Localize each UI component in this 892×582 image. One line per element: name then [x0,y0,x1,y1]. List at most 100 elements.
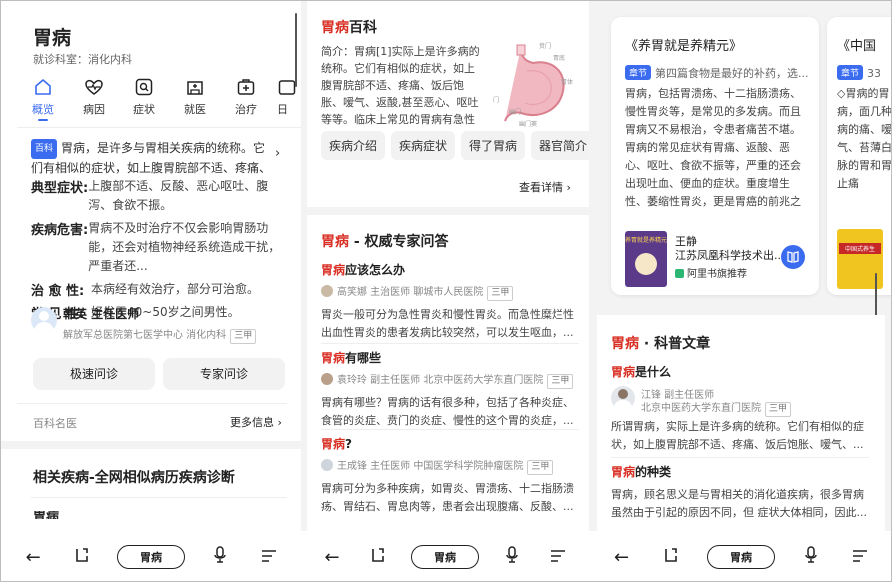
tab-label: 病因 [83,103,105,116]
article-title-rest: 的种类 [635,465,672,479]
fact-label: 治 愈 性: [31,284,85,299]
diagram-label: 胃底 [553,55,566,62]
hospital-grade-tag: 三甲 [527,460,554,475]
chip-got-stomach[interactable]: 得了胃病 [461,131,526,160]
chapter-text: 第四篇食物是最好的补药，选... [655,67,809,80]
baike-intro[interactable]: 简介：胃病[1]实际上是许多病的统称。它们有相似的症状，如上腹胃脘部不适、疼痛、… [321,43,483,127]
title-highlight: 胃病 [611,336,639,352]
cover-title: 养胃就是养精元 [625,237,667,244]
article-title: 胃病的种类 [611,463,869,480]
back-arrow-icon[interactable]: ← [20,547,46,568]
tab-cause[interactable]: 病因 [70,77,118,117]
tab-treatment[interactable]: 治疗 [222,77,270,117]
book-publisher: 江苏凤凰科学技术出... [675,249,785,262]
article-title: 胃病是什么 [611,363,869,380]
source-label: 百科名医 [33,417,77,430]
doctor-card[interactable]: 韩英 主任医师 解放军总医院第七医学中心 消化内科 三甲 [31,305,287,344]
department-text: 就诊科室：消化内科 [33,53,132,66]
window-icon[interactable] [365,547,391,568]
chapter-line: 章节 33 [837,65,881,80]
article-doctor: 江锋 副主任医师 北京中医药大学东直门医院 三甲 [611,386,869,417]
page-title: 胃病 [33,27,72,49]
doctor-org-line: 北京中医药大学东直门医院 三甲 [641,399,792,417]
window-icon[interactable] [658,547,684,568]
menu-icon[interactable] [545,547,571,568]
book-recommend: 阿里书旗推荐 [675,265,747,280]
article-title-highlight: 胃病 [611,365,636,379]
chip-disease-symptom[interactable]: 疾病症状 [391,131,456,160]
scrollbar-thumb[interactable] [295,13,297,87]
fact-label: 疾病危害: [31,223,89,238]
title-rest: · 科普文章 [639,336,711,352]
doctor-org: 解放军总医院第七医学中心 消化内科 [63,330,227,341]
tab-daily[interactable]: 日 [277,77,301,117]
panel-encyclopedia: 胃病 百科 简介：胃病[1]实际上是许多病的统称。它们有相似的症状，如上腹胃脘部不… [301,1,589,581]
recommend-text: 阿里书旗推荐 [687,269,747,280]
title-rest: 百科 [349,20,377,36]
search-pill[interactable]: 胃病 [411,545,479,569]
chip-organ-intro[interactable]: 器官简介 [531,131,589,160]
chip-row: 疾病介绍 疾病症状 得了胃病 器官简介 [321,131,589,160]
article-divider [611,457,869,458]
tab-label: 就医 [184,103,206,116]
question-rest: 有哪些 [345,351,382,365]
articles-section-title: 胃病 · 科普文章 [611,333,710,353]
read-book-button[interactable] [781,245,805,269]
chapter-badge: 章节 [837,65,864,80]
fact-value: 本病经有效治疗，部分可治愈。 [91,282,260,296]
back-arrow-icon[interactable]: ← [319,547,345,568]
qa-item[interactable]: 胃病? 王成锋 主任医师 中国医学科学院肿瘤医院 三甲 胃病可分为多种疾病，如胃炎… [321,435,579,516]
book-title: 《中国 [837,39,877,54]
article-item[interactable]: 胃病是什么 江锋 副主任医师 北京中医药大学东直门医院 三甲 所谓胃病，实际上是许… [611,363,869,454]
question-highlight: 胃病 [321,351,346,365]
menu-icon[interactable] [847,547,873,568]
tab-label: 治疗 [235,103,257,116]
qa-doctor: 高笑娜 主治医师 聊城市人民医院 三甲 [321,283,579,301]
related-item-peek[interactable]: 胃病 [33,511,59,519]
microphone-icon[interactable] [499,545,525,569]
fact-row: 典型症状: 上腹部不适、反酸、恶心呕吐、腹泻、食欲不振。 [31,177,287,215]
hospital-grade-tag: 三甲 [230,329,257,344]
fast-consult-button[interactable]: 极速问诊 [33,358,155,390]
view-details-label: 查看详情 [519,181,563,194]
menu-icon[interactable] [256,547,282,568]
back-arrow-icon[interactable]: ← [609,547,635,568]
chip-disease-intro[interactable]: 疾病介绍 [321,131,386,160]
related-divider [31,497,287,498]
microphone-icon[interactable] [207,545,233,569]
search-pill[interactable]: 胃病 [116,545,185,569]
book-card[interactable]: 《中国 章节 33 ◇胃病的胃病，面几种病的痛、嗳气、苔薄白脉的胃和胃止痛 中国式… [827,17,891,295]
book-card[interactable]: 《养胃就是养精元》 章节 第四篇食物是最好的补药，选... 胃病，包括胃溃疡、十二… [611,17,819,295]
title-rest: - 权威专家问答 [349,234,449,250]
bottom-nav-bar: ← 胃病 [589,531,891,581]
summary-block[interactable]: 百科胃病，是许多与胃相关疾病的统称。它们有相似的症状，如上腹胃脘部不适、疼痛、饭… [31,139,277,175]
qa-item[interactable]: 胃病应该怎么办 高笑娜 主治医师 聊城市人民医院 三甲 胃炎一般可分为急性胃炎和慢… [321,261,579,342]
diagram-label: 胃体 [561,79,574,86]
tab-symptom[interactable]: 症状 [120,77,168,117]
tab-visit[interactable]: 就医 [171,77,219,117]
question-highlight: 胃病 [321,437,346,451]
tab-label: 日 [277,103,288,116]
qa-answer: 胃炎一般可分为急性胃炎和慢性胃炎。而急性糜烂性出血性胃炎的患者发病比较突然，可以… [321,308,574,339]
doctor-name: 韩英 主任医师 [63,307,140,321]
tab-overview[interactable]: 概览 [19,77,67,121]
qa-item[interactable]: 胃病有哪些 袁玲玲 副主任医师 北京中医药大学东直门医院 三甲 胃病有哪些？胃病的… [321,349,579,430]
view-details-link[interactable]: 查看详情 › [519,179,571,195]
qa-divider [321,343,579,344]
heartbeat-icon [85,79,103,95]
microphone-icon[interactable] [798,545,824,569]
question-highlight: 胃病 [321,263,346,277]
avatar [611,386,635,410]
search-pill[interactable]: 胃病 [706,545,775,569]
tab-bar: 概览 病因 症状 就医 治疗 日 [19,77,301,123]
more-info-link[interactable]: 更多信息 › [230,414,282,430]
article-item[interactable]: 胃病的种类 胃病，顾名思义是与胃相关的消化道疾病，很多胃病虽然由于引起的原因不同… [611,463,869,522]
panel-overview: 胃病 就诊科室：消化内科 概览 病因 症状 就医 治疗 日 百科 胃病，是许多与… [1,1,301,581]
expert-consult-button[interactable]: 专家问诊 [163,358,285,390]
chevron-right-icon[interactable]: › [275,146,280,161]
article-title-rest: 是什么 [635,365,672,379]
window-icon[interactable] [69,547,95,568]
bottom-nav-bar: ← 胃病 [1,531,301,581]
qa-card: 胃病 - 权威专家问答 胃病应该怎么办 高笑娜 主治医师 聊城市人民医院 三甲 胃… [307,215,589,545]
tab-label: 症状 [133,103,155,116]
